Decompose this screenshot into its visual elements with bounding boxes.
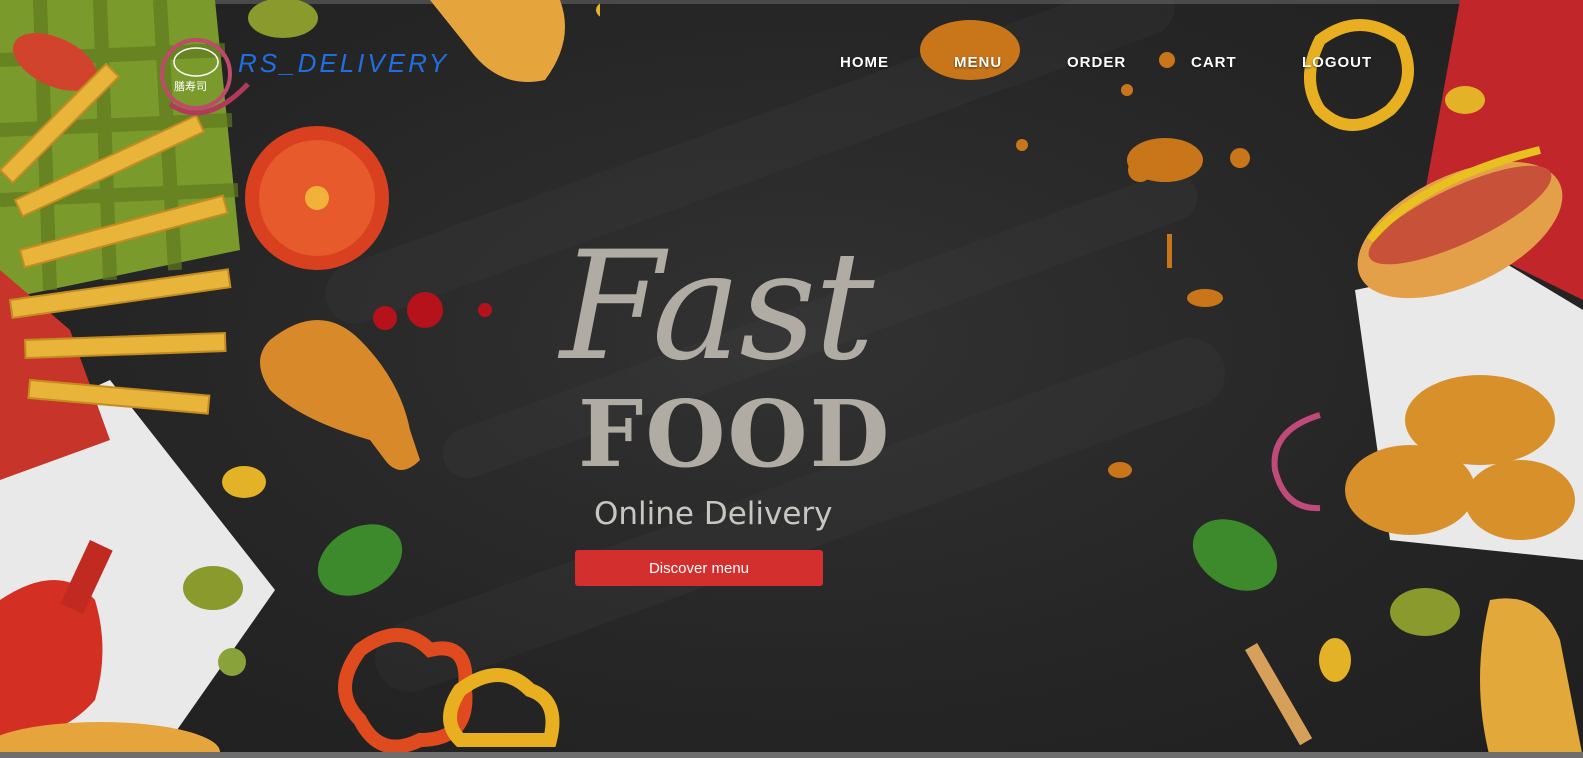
- yellow-pepper-ring: [1304, 19, 1414, 131]
- corn-kernel: [222, 466, 266, 498]
- nav-home[interactable]: HOME: [840, 54, 889, 71]
- svg-text:膳寿司: 膳寿司: [174, 79, 207, 93]
- olive: [183, 566, 243, 610]
- hero-title-script: Fast: [560, 220, 875, 394]
- basil-leaf: [317, 524, 403, 596]
- olive: [248, 0, 318, 38]
- bottom-border: [0, 752, 1583, 758]
- hero-subtitle: Online Delivery: [594, 496, 833, 532]
- basil-leaf: [1192, 519, 1278, 591]
- brand-logo[interactable]: 膳寿司: [160, 34, 250, 118]
- nav-logout[interactable]: LOGOUT: [1302, 54, 1372, 71]
- right-food-decoration: [920, 0, 1583, 758]
- corn-kernel: [596, 3, 600, 17]
- mustard-splat: [920, 20, 1020, 80]
- page-background: 膳寿司 RS_DELIVERY HOME MENU ORDER CART LOG…: [0, 0, 1583, 758]
- nav-order[interactable]: ORDER: [1067, 54, 1126, 71]
- brand-name[interactable]: RS_DELIVERY: [238, 48, 449, 79]
- chicken-leg: [260, 320, 420, 470]
- logo-icon: 膳寿司: [160, 38, 250, 116]
- ketchup-splat: [407, 292, 443, 328]
- left-food-decoration: [0, 0, 600, 758]
- nav-menu[interactable]: MENU: [954, 54, 1002, 71]
- hero-title-bold: FOOD: [578, 380, 892, 488]
- onion-ring: [1271, 412, 1321, 512]
- olive: [1390, 588, 1460, 636]
- waffle: [430, 0, 565, 82]
- mustard-bottle: [1480, 598, 1583, 758]
- discover-menu-button[interactable]: Discover menu: [575, 550, 823, 586]
- nav-cart[interactable]: CART: [1191, 54, 1237, 71]
